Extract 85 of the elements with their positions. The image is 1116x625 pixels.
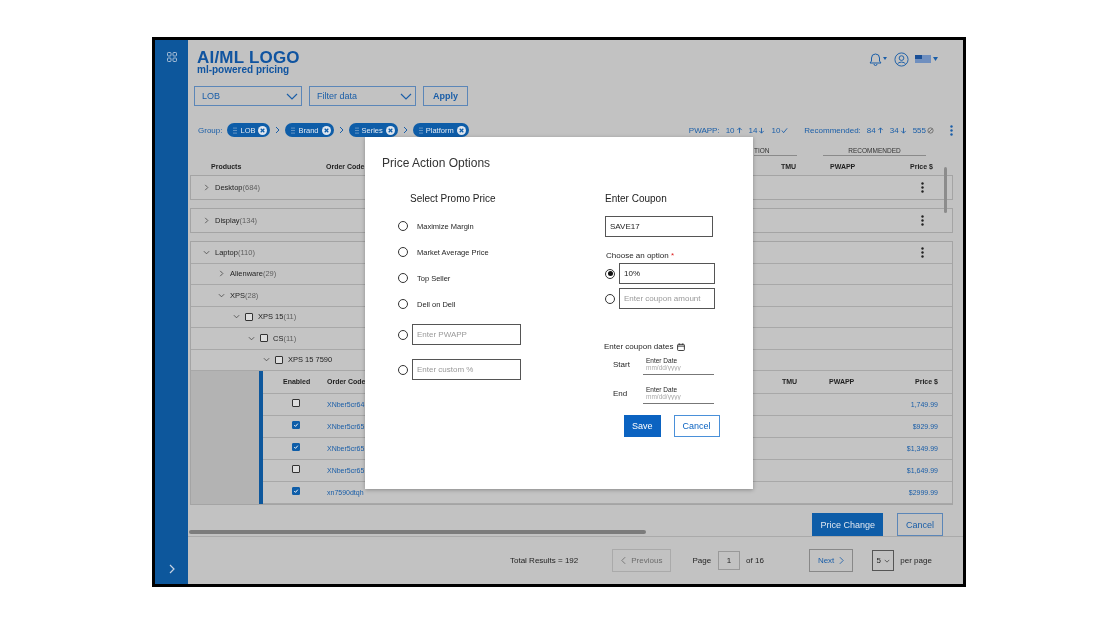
- coupon-code-field[interactable]: SAVE17: [605, 216, 713, 237]
- input-field[interactable]: Enter coupon amount: [619, 288, 715, 309]
- check-icon: [293, 421, 299, 429]
- remove-icon[interactable]: [321, 125, 331, 135]
- more-options-icon[interactable]: [921, 215, 924, 226]
- check-icon: [293, 443, 299, 451]
- radio-button[interactable]: [398, 299, 408, 309]
- down-status-icon: [899, 126, 907, 134]
- checkbox[interactable]: [260, 334, 268, 343]
- cancel-button[interactable]: Cancel: [673, 415, 720, 437]
- radio-button[interactable]: [398, 273, 408, 283]
- checkbox[interactable]: [292, 465, 300, 473]
- check-icon: [293, 487, 299, 495]
- radio-button[interactable]: [398, 329, 408, 340]
- checkbox[interactable]: [292, 399, 300, 407]
- page-count: of 16: [746, 556, 764, 565]
- radio-button[interactable]: [398, 364, 408, 375]
- up-status-icon: [876, 126, 884, 134]
- page-label: Page: [692, 556, 712, 565]
- section-heading: Enter Coupon: [605, 193, 668, 206]
- stat-label: PWAPP:: [688, 125, 720, 135]
- checkbox[interactable]: [275, 355, 283, 364]
- stat-count: 555: [912, 125, 934, 135]
- horizontal-scrollbar[interactable]: [189, 530, 646, 534]
- page-field[interactable]: 1: [718, 551, 741, 570]
- stat-count: 84: [866, 125, 884, 135]
- field-label: Choose an option *: [606, 251, 676, 260]
- vertical-scrollbar[interactable]: [944, 167, 947, 213]
- flag-icon[interactable]: [915, 54, 939, 64]
- stat-count: 10: [725, 125, 743, 135]
- chevron-left-icon: [621, 556, 627, 565]
- per-page-label: per page: [900, 556, 932, 565]
- checkbox[interactable]: [245, 312, 253, 321]
- chevron-right-icon: [275, 126, 281, 134]
- more-options-icon[interactable]: [921, 182, 924, 193]
- blocked-status-icon: [927, 126, 934, 134]
- input-field[interactable]: Enter PWAPP: [412, 324, 521, 345]
- apps-grid-icon[interactable]: [166, 52, 177, 62]
- radio-button[interactable]: [398, 247, 408, 257]
- apply-button[interactable]: Apply: [423, 86, 468, 106]
- calendar-icon[interactable]: [677, 342, 686, 351]
- remove-icon[interactable]: [258, 125, 268, 135]
- chevron-right-icon: [839, 556, 845, 565]
- remove-icon[interactable]: [456, 125, 466, 135]
- checkbox[interactable]: [292, 487, 300, 495]
- chevron-right-icon: [402, 126, 408, 134]
- price-change-button[interactable]: Price Change: [812, 513, 883, 536]
- chevron-down-icon: [286, 92, 298, 100]
- stat-count: 14: [748, 125, 766, 135]
- down-status-icon: [758, 126, 766, 134]
- stat-label: Recommended:: [804, 125, 861, 135]
- caret-down-icon: [884, 558, 891, 563]
- more-options-icon[interactable]: [921, 246, 924, 258]
- dropdown[interactable]: LOB: [194, 86, 302, 106]
- up-status-icon: [735, 126, 743, 134]
- stat-count: 34: [889, 125, 907, 135]
- section-heading: Select Promo Price: [410, 193, 497, 206]
- radio-button[interactable]: [398, 221, 408, 231]
- stat-count: 10: [771, 125, 789, 135]
- date-label: Start: [612, 360, 631, 369]
- field-label: Enter coupon dates: [604, 342, 674, 351]
- chevron-down-icon: [400, 92, 412, 100]
- date-label: End: [612, 389, 629, 398]
- dropdown[interactable]: Filter data: [309, 86, 416, 106]
- remove-icon[interactable]: [385, 125, 395, 135]
- logo-subtitle: ml-powered pricing: [197, 65, 291, 75]
- dialog-title: Price Action Options: [382, 156, 492, 170]
- total-results: Total Results = 192: [510, 556, 579, 565]
- per-page-select[interactable]: 5: [872, 550, 895, 571]
- radio-button[interactable]: [605, 268, 615, 279]
- check-status-icon: [781, 126, 789, 134]
- checkbox[interactable]: [292, 421, 300, 429]
- next-button[interactable]: Next: [808, 549, 854, 572]
- cancel-button[interactable]: Cancel: [897, 513, 943, 536]
- chevron-right-icon: [338, 126, 344, 134]
- checkbox[interactable]: [292, 443, 300, 451]
- logo-title: AI/ML LOGO: [197, 50, 300, 65]
- bell-icon[interactable]: [868, 52, 888, 66]
- user-icon[interactable]: [894, 51, 909, 67]
- input-field[interactable]: 10%: [619, 263, 715, 284]
- group-label: Group:: [198, 125, 223, 135]
- expand-chevron-icon[interactable]: [168, 564, 175, 574]
- input-field[interactable]: Enter custom %: [412, 359, 521, 380]
- radio-button[interactable]: [605, 293, 615, 304]
- save-button[interactable]: Save: [624, 415, 661, 437]
